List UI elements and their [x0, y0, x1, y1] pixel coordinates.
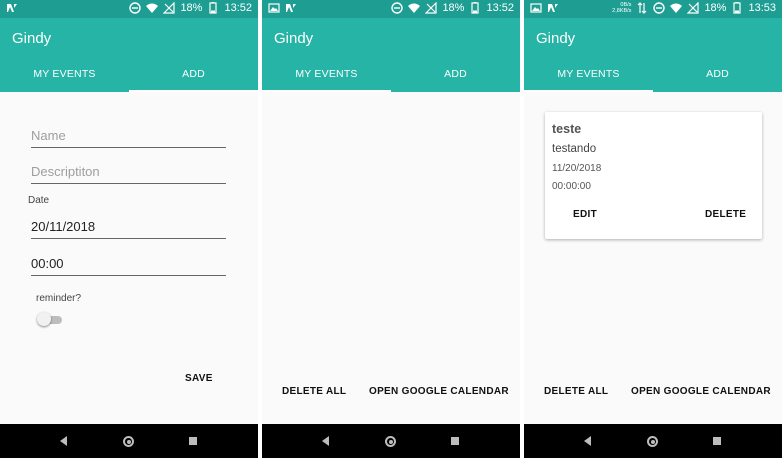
- tab-my-events[interactable]: MY EVENTS: [524, 68, 653, 80]
- open-google-calendar-button[interactable]: OPEN GOOGLE CALENDAR: [631, 386, 771, 397]
- battery-icon: [209, 2, 218, 14]
- home-icon[interactable]: [123, 436, 134, 447]
- tab-add[interactable]: ADD: [653, 68, 782, 80]
- navigation-bar: [262, 424, 520, 458]
- active-tab-indicator: [524, 90, 653, 92]
- delete-all-button[interactable]: DELETE ALL: [544, 386, 608, 397]
- back-icon[interactable]: [322, 436, 329, 446]
- app-bar: Gindy MY EVENTS ADD: [262, 18, 520, 92]
- status-bar: 18% 13:52: [262, 0, 520, 18]
- data-transfer-icon: [638, 2, 647, 14]
- no-signal-icon: [687, 2, 700, 14]
- reminder-switch[interactable]: [37, 312, 51, 326]
- app-title: Gindy: [12, 30, 52, 47]
- event-time: 00:00:00: [552, 181, 591, 192]
- no-signal-icon: [425, 2, 438, 14]
- status-bar: 18% 13:52: [0, 0, 258, 18]
- wifi-icon: [146, 3, 159, 13]
- clock: 13:52: [486, 2, 514, 14]
- do-not-disturb-icon: [653, 2, 666, 14]
- time-input[interactable]: 00:00: [31, 254, 226, 276]
- wifi-icon: [408, 3, 421, 13]
- status-bar: 0B/s 2,8KB/s 18% 13:53: [524, 0, 782, 18]
- phone-screen-add: 18% 13:52 Gindy MY EVENTS ADD Name Descr…: [0, 0, 258, 458]
- app-notification-icon: [7, 4, 17, 12]
- clock: 13:53: [748, 2, 776, 14]
- event-card: teste testando 11/20/2018 00:00:00 EDIT …: [545, 112, 762, 239]
- battery-percent: 18%: [180, 2, 203, 14]
- recent-apps-icon[interactable]: [189, 437, 197, 445]
- navigation-bar: [524, 424, 782, 458]
- active-tab-indicator: [262, 90, 391, 92]
- delete-event-button[interactable]: DELETE: [705, 209, 746, 220]
- tab-my-events[interactable]: MY EVENTS: [0, 68, 129, 80]
- app-title: Gindy: [536, 30, 576, 47]
- date-label: Date: [28, 195, 50, 206]
- recent-apps-icon[interactable]: [713, 437, 721, 445]
- save-button[interactable]: SAVE: [185, 373, 213, 384]
- open-google-calendar-button[interactable]: OPEN GOOGLE CALENDAR: [369, 386, 509, 397]
- event-title: teste: [552, 122, 582, 136]
- edit-event-button[interactable]: EDIT: [573, 209, 597, 220]
- home-icon[interactable]: [385, 436, 396, 447]
- phone-screen-events-list: 0B/s 2,8KB/s 18% 13:53 Gindy MY EVENTS A…: [524, 0, 782, 458]
- battery-percent: 18%: [442, 2, 465, 14]
- navigation-bar: [0, 424, 258, 458]
- description-input[interactable]: Descriptiton: [31, 162, 226, 184]
- network-speed: 0B/s 2,8KB/s: [612, 2, 631, 14]
- reminder-label: reminder?: [36, 293, 82, 304]
- do-not-disturb-icon: [391, 2, 404, 14]
- app-bar: Gindy MY EVENTS ADD: [0, 18, 258, 92]
- phone-screen-events-empty: 18% 13:52 Gindy MY EVENTS ADD DELETE ALL…: [262, 0, 520, 458]
- app-notification-icon: [286, 4, 296, 12]
- tab-my-events[interactable]: MY EVENTS: [262, 68, 391, 80]
- event-description: testando: [552, 143, 597, 155]
- wifi-icon: [670, 3, 683, 13]
- delete-all-button[interactable]: DELETE ALL: [282, 386, 346, 397]
- recent-apps-icon[interactable]: [451, 437, 459, 445]
- active-tab-indicator: [129, 90, 258, 92]
- battery-percent: 18%: [704, 2, 727, 14]
- battery-icon: [471, 2, 480, 14]
- app-title: Gindy: [274, 30, 314, 47]
- tab-add[interactable]: ADD: [129, 68, 258, 80]
- battery-icon: [733, 2, 742, 14]
- tab-add[interactable]: ADD: [391, 68, 520, 80]
- download-speed: 2,8KB/s: [612, 8, 632, 14]
- do-not-disturb-icon: [129, 2, 142, 14]
- clock: 13:52: [224, 2, 252, 14]
- app-notification-icon: [548, 4, 558, 12]
- image-notification-icon: [268, 3, 280, 13]
- back-icon[interactable]: [584, 436, 591, 446]
- app-bar: Gindy MY EVENTS ADD: [524, 18, 782, 92]
- name-input[interactable]: Name: [31, 126, 226, 148]
- date-input[interactable]: 20/11/2018: [31, 217, 226, 239]
- no-signal-icon: [163, 2, 176, 14]
- event-date: 11/20/2018: [552, 163, 602, 174]
- back-icon[interactable]: [60, 436, 67, 446]
- home-icon[interactable]: [647, 436, 658, 447]
- image-notification-icon: [530, 3, 542, 13]
